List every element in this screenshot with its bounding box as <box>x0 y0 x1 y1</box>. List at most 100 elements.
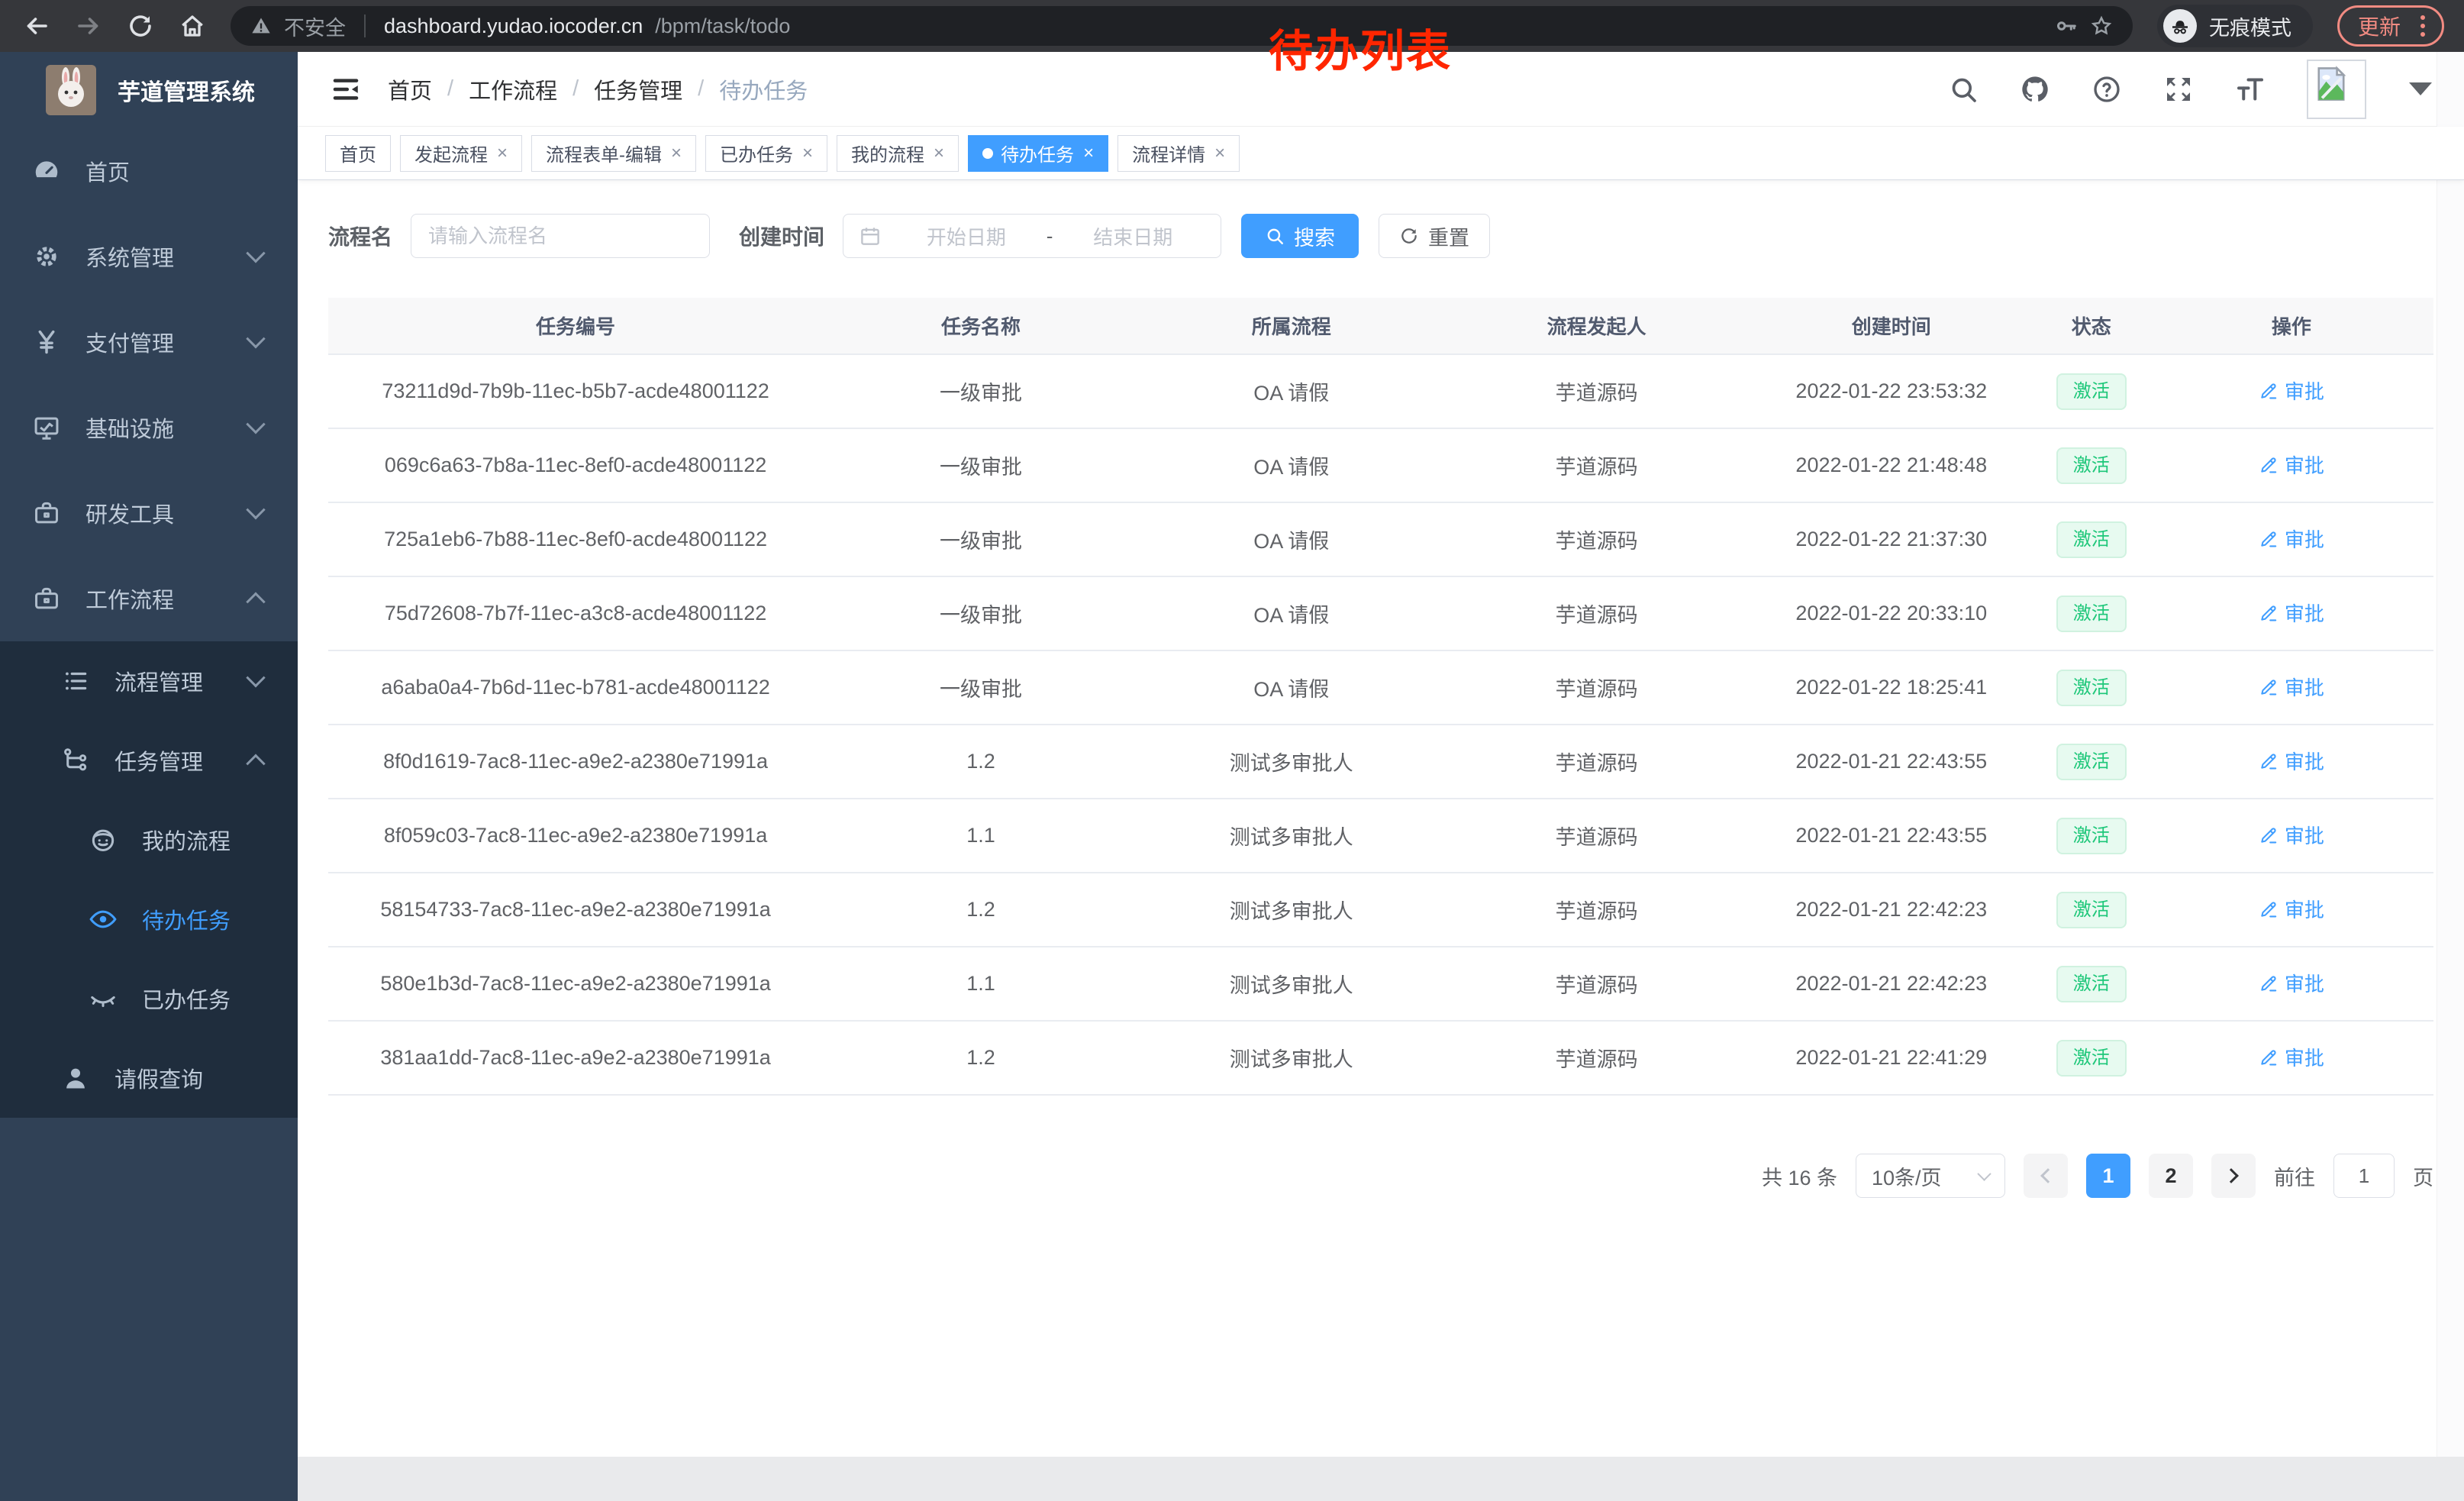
close-icon[interactable]: × <box>802 143 813 164</box>
reset-button-label: 重置 <box>1428 221 1469 251</box>
col-starter: 流程发起人 <box>1444 298 1750 354</box>
cell-created: 2022-01-22 18:25:41 <box>1750 650 2033 725</box>
sidebar-item-payment[interactable]: 支付管理 <box>0 299 298 385</box>
incognito-icon <box>2163 9 2197 43</box>
sidebar-item-workflow[interactable]: 工作流程 <box>0 556 298 641</box>
prev-page-button[interactable] <box>2024 1154 2068 1198</box>
forward-icon[interactable] <box>75 12 102 40</box>
edit-icon <box>2259 751 2279 771</box>
address-bar[interactable]: 不安全 dashboard.yudao.iocoder.cn/bpm/task/… <box>231 6 2133 46</box>
sidebar-item-todo-tasks[interactable]: 待办任务 <box>0 880 298 959</box>
cell-task-name: 一级审批 <box>823 576 1139 650</box>
reset-button[interactable]: 重置 <box>1379 214 1490 258</box>
sidebar-item-leave-query[interactable]: 请假查询 <box>0 1038 298 1118</box>
vertical-scrollbar[interactable] <box>2437 52 2464 1457</box>
breadcrumb-home[interactable]: 首页 <box>388 73 432 105</box>
list-icon <box>61 667 90 696</box>
approve-button[interactable]: 审批 <box>2259 376 2324 405</box>
search-button[interactable]: 搜索 <box>1241 214 1359 258</box>
approve-label: 审批 <box>2285 673 2324 701</box>
github-icon[interactable] <box>2020 74 2050 105</box>
cell-task-name: 一级审批 <box>823 650 1139 725</box>
tab-home[interactable]: 首页 <box>325 135 391 172</box>
chevron-down-icon <box>246 668 265 687</box>
url-domain: dashboard.yudao.iocoder.cn <box>384 15 643 38</box>
status-badge: 激活 <box>2056 670 2127 706</box>
approve-button[interactable]: 审批 <box>2259 599 2324 627</box>
tab-start-process[interactable]: 发起流程 × <box>400 135 522 172</box>
sidebar-item-done-tasks[interactable]: 已办任务 <box>0 959 298 1038</box>
home-icon[interactable] <box>179 12 206 40</box>
next-page-button[interactable] <box>2211 1154 2256 1198</box>
table-row: 8f059c03-7ac8-11ec-a9e2-a2380e71991a 1.1… <box>328 799 2433 873</box>
table-row: 069c6a63-7b8a-11ec-8ef0-acde48001122 一级审… <box>328 428 2433 502</box>
approve-button[interactable]: 审批 <box>2259 821 2324 849</box>
breadcrumb-workflow[interactable]: 工作流程 <box>469 73 557 105</box>
breadcrumb-separator: / <box>698 76 704 102</box>
help-icon[interactable] <box>2091 74 2122 105</box>
sidebar-item-home[interactable]: 首页 <box>0 128 298 214</box>
cell-task-name: 一级审批 <box>823 428 1139 502</box>
avatar[interactable] <box>2307 60 2366 119</box>
breadcrumb-task-mgmt[interactable]: 任务管理 <box>594 73 682 105</box>
close-icon[interactable]: × <box>1083 143 1094 164</box>
sidebar-item-infra[interactable]: 基础设施 <box>0 385 298 470</box>
process-name-input[interactable] <box>411 214 710 258</box>
close-icon[interactable]: × <box>497 143 508 164</box>
approve-button[interactable]: 审批 <box>2259 673 2324 701</box>
tab-form-edit[interactable]: 流程表单-编辑 × <box>531 135 696 172</box>
sidebar-collapse-icon[interactable] <box>330 73 362 105</box>
sidebar-item-task-mgmt[interactable]: 任务管理 <box>0 721 298 800</box>
table-header-row: 任务编号 任务名称 所属流程 流程发起人 创建时间 状态 操作 <box>328 298 2433 354</box>
date-range-picker[interactable]: 开始日期 - 结束日期 <box>843 214 1221 258</box>
tab-my-process[interactable]: 我的流程 × <box>837 135 959 172</box>
back-icon[interactable] <box>23 12 50 40</box>
approve-label: 审批 <box>2285 525 2324 553</box>
tab-process-detail[interactable]: 流程详情 × <box>1118 135 1240 172</box>
key-icon[interactable] <box>2055 15 2078 37</box>
user-icon <box>61 1064 90 1093</box>
close-icon[interactable]: × <box>934 143 944 164</box>
approve-label: 审批 <box>2285 1043 2324 1071</box>
star-icon[interactable] <box>2090 15 2113 37</box>
approve-button[interactable]: 审批 <box>2259 895 2324 923</box>
cell-starter: 芋道源码 <box>1444 650 1750 725</box>
breadcrumb-current: 待办任务 <box>719 73 808 105</box>
update-button[interactable]: 更新 <box>2337 5 2444 47</box>
sidebar-item-system[interactable]: 系统管理 <box>0 214 298 299</box>
breadcrumb: 首页 / 工作流程 / 任务管理 / 待办任务 <box>388 73 808 105</box>
col-created: 创建时间 <box>1750 298 2033 354</box>
close-icon[interactable]: × <box>1214 143 1225 164</box>
start-date-placeholder: 开始日期 <box>894 222 1039 250</box>
cell-process: OA 请假 <box>1139 354 1444 428</box>
chevron-down-icon[interactable] <box>2409 82 2432 95</box>
approve-button[interactable]: 审批 <box>2259 969 2324 997</box>
font-size-icon[interactable] <box>2235 74 2266 105</box>
approve-button[interactable]: 审批 <box>2259 525 2324 553</box>
search-icon[interactable] <box>1948 74 1979 105</box>
sidebar-item-devtools[interactable]: 研发工具 <box>0 470 298 556</box>
browser-menu-icon[interactable] <box>2416 15 2430 37</box>
total-count: 共 16 条 <box>1762 1161 1837 1191</box>
workflow-submenu: 流程管理 任务管理 我的流程 待办任务 已办 <box>0 641 298 1118</box>
edit-icon <box>2259 455 2279 475</box>
approve-label: 审批 <box>2285 450 2324 479</box>
close-icon[interactable]: × <box>671 143 682 164</box>
goto-page-input[interactable] <box>2333 1154 2395 1198</box>
approve-button[interactable]: 审批 <box>2259 747 2324 775</box>
tab-done-tasks[interactable]: 已办任务 × <box>705 135 827 172</box>
sidebar-item-process-mgmt[interactable]: 流程管理 <box>0 641 298 721</box>
reload-icon[interactable] <box>127 12 154 40</box>
sidebar-item-my-process[interactable]: 我的流程 <box>0 800 298 880</box>
approve-button[interactable]: 审批 <box>2259 1043 2324 1071</box>
page-size-select[interactable]: 10条/页 <box>1856 1154 2005 1198</box>
table-row: 73211d9d-7b9b-11ec-b5b7-acde48001122 一级审… <box>328 354 2433 428</box>
page-button-1[interactable]: 1 <box>2086 1154 2130 1198</box>
page-button-2[interactable]: 2 <box>2149 1154 2193 1198</box>
col-actions: 操作 <box>2150 298 2433 354</box>
fullscreen-icon[interactable] <box>2163 74 2194 105</box>
tab-todo-tasks[interactable]: 待办任务 × <box>968 135 1108 172</box>
approve-label: 审批 <box>2285 376 2324 405</box>
cell-process: OA 请假 <box>1139 502 1444 576</box>
approve-button[interactable]: 审批 <box>2259 450 2324 479</box>
